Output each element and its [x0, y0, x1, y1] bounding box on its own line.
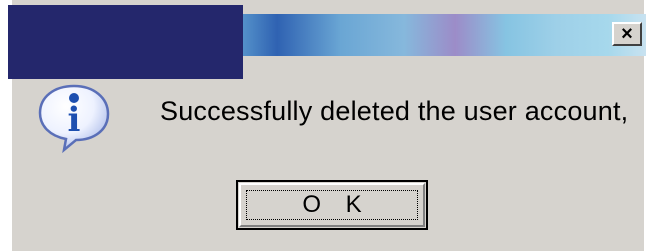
info-icon: i — [38, 84, 110, 154]
ok-button[interactable]: O K — [236, 180, 428, 230]
ok-button-label: O K — [246, 190, 418, 220]
info-icon-letter: i — [68, 100, 81, 140]
message-dialog: × i Successfully deleted the user accoun… — [0, 0, 652, 251]
close-button[interactable]: × — [612, 22, 642, 46]
dialog-message: Successfully deleted the user account, — [160, 96, 629, 126]
redacted-title — [8, 5, 243, 79]
